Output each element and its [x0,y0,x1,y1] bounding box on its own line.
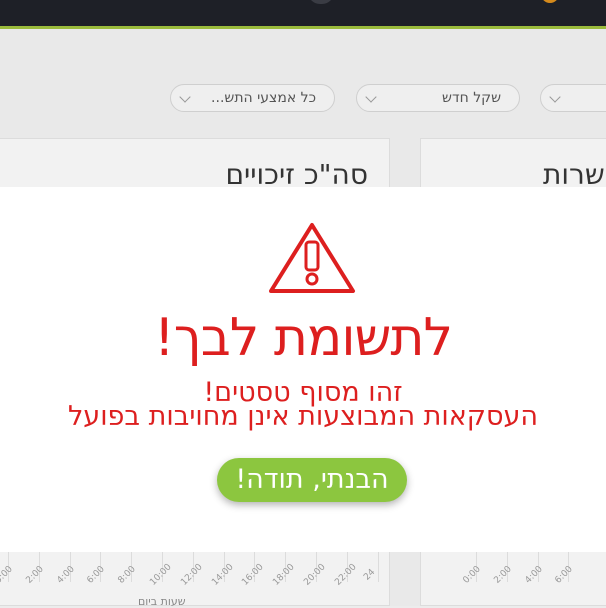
notification-icon[interactable] [541,0,559,3]
user-avatar-icon[interactable] [308,0,334,4]
credits-chart-x-title: שעות ביום [138,595,186,608]
warning-icon [269,223,355,293]
top-navigation-bar [0,0,606,29]
modal-message-line2: העסקאות המבוצעות אינן מחויבות בפועל [67,401,539,432]
credits-chart-grid-line [377,552,379,582]
chevron-down-icon [365,91,377,103]
currency-select-value: שקל חדש [442,90,501,106]
acknowledge-button[interactable]: הבנתי, תודה! [217,458,407,502]
payment-device-select[interactable]: כל אמצעי התש... [170,84,335,112]
date-range-select[interactable] [540,84,606,112]
currency-select[interactable]: שקל חדש [356,84,520,112]
modal-title: לתשומת לבך! [153,308,453,368]
payment-device-select-value: כל אמצעי התש... [211,90,316,106]
chevron-down-icon [549,91,561,103]
chevron-down-icon [179,91,191,103]
